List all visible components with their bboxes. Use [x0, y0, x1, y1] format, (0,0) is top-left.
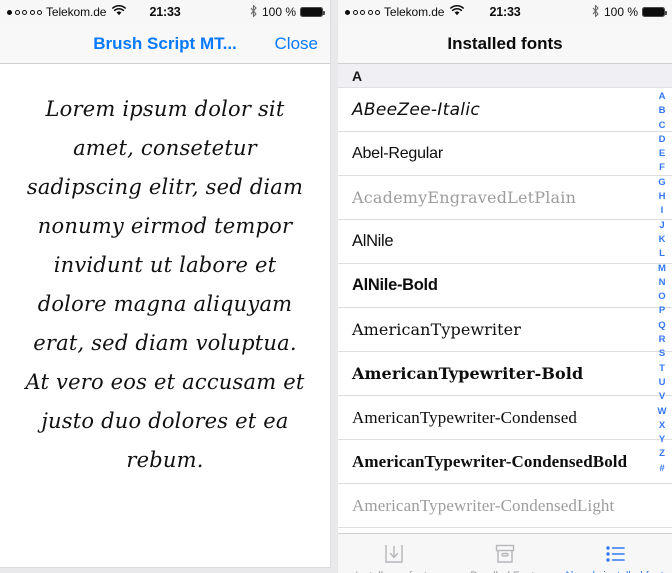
index-letter-a[interactable]: A: [654, 90, 670, 104]
font-list-item[interactable]: AlNile: [338, 220, 672, 264]
installed-fonts-nav-bar: Installed fonts: [338, 24, 672, 64]
font-list-item[interactable]: AmericanTypewriter-CondensedBold: [338, 440, 672, 484]
index-letter-u[interactable]: U: [654, 376, 670, 390]
screenshot-stage: Telekom.de 21:33 100 % Brush Script MT..…: [0, 0, 672, 573]
font-name-label: ABeeZee-Italic: [352, 99, 480, 120]
index-letter-i[interactable]: I: [654, 204, 670, 218]
font-preview-area: Lorem ipsum dolor sit amet, consetetur s…: [0, 64, 330, 567]
page-title: Installed fonts: [447, 33, 563, 53]
battery-icon: [300, 7, 325, 17]
bluetooth-icon: [591, 4, 600, 21]
index-letter-h[interactable]: H: [654, 190, 670, 204]
status-bar-left: Telekom.de 21:33 100 %: [0, 0, 330, 24]
alphabet-index[interactable]: A B C D E F G H I J K L M N O P Q R S T U V W X Y Z #: [654, 88, 670, 533]
installed-fonts-panel: Telekom.de 21:33 100 % Installed fonts A…: [338, 0, 672, 573]
index-letter-w[interactable]: W: [654, 405, 670, 419]
index-letter-c[interactable]: C: [654, 119, 670, 133]
index-letter-f[interactable]: F: [654, 161, 670, 175]
carrier-label: Telekom.de: [46, 5, 107, 19]
index-letter-j[interactable]: J: [654, 219, 670, 233]
archive-box-icon: [492, 541, 518, 567]
status-bar-right-group: 100 %: [249, 4, 325, 21]
index-letter-z[interactable]: Z: [654, 447, 670, 461]
index-letter-l[interactable]: L: [654, 247, 670, 261]
preview-nav-bar: Brush Script MT... Close: [0, 24, 330, 64]
index-letter-o[interactable]: O: [654, 290, 670, 304]
section-header-a: A: [338, 64, 672, 88]
index-letter-d[interactable]: D: [654, 133, 670, 147]
wifi-icon: [112, 5, 127, 19]
index-letter-s[interactable]: S: [654, 347, 670, 361]
font-list-item[interactable]: AmericanTypewriter-Bold: [338, 352, 672, 396]
status-bar-carrier-group-2: Telekom.de: [345, 5, 465, 19]
index-letter-n[interactable]: N: [654, 276, 670, 290]
status-bar-right: Telekom.de 21:33 100 %: [338, 0, 672, 24]
preview-sample-text: Lorem ipsum dolor sit amet, consetetur s…: [25, 97, 305, 472]
font-name-label: AmericanTypewriter: [352, 320, 521, 339]
font-name-label: Abel-Regular: [352, 144, 443, 162]
font-name-label: AlNile-Bold: [352, 276, 438, 294]
battery-percent-label: 100 %: [261, 5, 296, 19]
font-name-label: AmericanTypewriter-CondensedBold: [352, 451, 628, 471]
bulleted-list-icon: [603, 541, 629, 567]
battery-icon: [642, 7, 667, 17]
index-letter-x[interactable]: X: [654, 419, 670, 433]
index-letter-k[interactable]: K: [654, 233, 670, 247]
font-list-item[interactable]: AcademyEngravedLetPlain: [338, 176, 672, 220]
font-list-item[interactable]: Abel-Regular: [338, 132, 672, 176]
tab-install-own-fonts[interactable]: Install own fonts: [338, 534, 449, 573]
index-letter-y[interactable]: Y: [654, 433, 670, 447]
status-bar-right-group-2: 100 %: [591, 4, 667, 21]
font-list-item[interactable]: AmericanTypewriter-Condensed: [338, 396, 672, 440]
font-list-item[interactable]: AmericanTypewriter: [338, 308, 672, 352]
close-button[interactable]: Close: [275, 34, 318, 54]
index-letter-q[interactable]: Q: [654, 319, 670, 333]
index-letter-e[interactable]: E: [654, 147, 670, 161]
signal-strength-icon: [345, 9, 380, 15]
font-name-label: AlNile: [352, 232, 394, 250]
font-list-item[interactable]: ABeeZee-Italic: [338, 88, 672, 132]
font-name-label: AmericanTypewriter-Condensed: [352, 407, 578, 427]
index-letter-t[interactable]: T: [654, 362, 670, 376]
font-preview-panel: Telekom.de 21:33 100 % Brush Script MT..…: [0, 0, 330, 567]
index-letter-r[interactable]: R: [654, 333, 670, 347]
status-bar-carrier-group: Telekom.de: [7, 5, 127, 19]
index-letter-hash[interactable]: #: [654, 462, 670, 476]
battery-percent-label: 100 %: [603, 5, 638, 19]
tab-bundled-fonts[interactable]: Bundled Fonts: [449, 534, 560, 573]
carrier-label: Telekom.de: [384, 5, 445, 19]
download-into-tray-icon: [381, 541, 407, 567]
tab-bar: Install own fontsBundled FontsAlready in…: [338, 533, 672, 573]
font-list-item[interactable]: AmericanTypewriter-CondensedLight: [338, 484, 672, 528]
index-letter-b[interactable]: B: [654, 104, 670, 118]
wifi-icon: [450, 5, 465, 19]
index-letter-v[interactable]: V: [654, 390, 670, 404]
font-list-item[interactable]: AlNile-Bold: [338, 264, 672, 308]
index-letter-p[interactable]: P: [654, 304, 670, 318]
font-name-label: AmericanTypewriter-CondensedLight: [352, 495, 615, 515]
font-name-label: AmericanTypewriter-Bold: [352, 364, 584, 383]
index-letter-g[interactable]: G: [654, 176, 670, 190]
index-letter-m[interactable]: M: [654, 262, 670, 276]
font-name-label: AcademyEngravedLetPlain: [352, 188, 577, 207]
signal-strength-icon: [7, 9, 42, 15]
bluetooth-icon: [249, 4, 258, 21]
tab-already-installed-fonts[interactable]: Already installed fonts: [561, 534, 672, 573]
font-list[interactable]: ABeeZee-Italic Abel-Regular AcademyEngrave…: [338, 88, 672, 533]
